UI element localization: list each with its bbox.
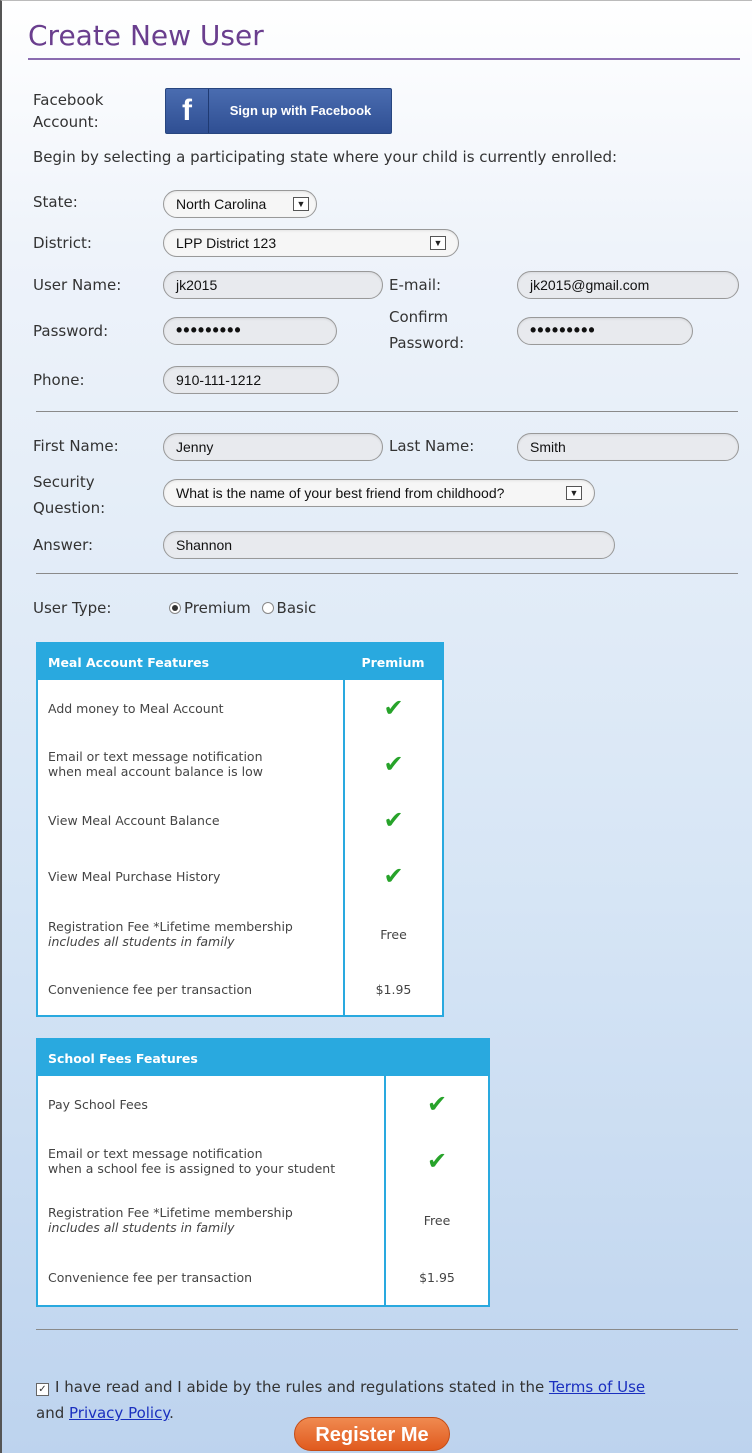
user-type-basic-option[interactable]: Basic	[256, 599, 317, 617]
user-type-label: User Type:	[33, 599, 112, 617]
check-icon: ✔	[343, 736, 443, 792]
terms-of-use-link[interactable]: Terms of Use	[549, 1378, 645, 1396]
feature-cell: Email or text message notification when a…	[48, 1146, 336, 1176]
check-icon: ✔	[343, 848, 443, 904]
last-name-label: Last Name:	[389, 437, 475, 455]
district-select-value: LPP District 123	[176, 235, 277, 251]
school-table-header: School Fees Features	[37, 1039, 489, 1076]
phone-input[interactable]: 910-111-1212	[163, 366, 339, 394]
meal-table-header-feature: Meal Account Features	[37, 643, 344, 680]
security-question-label-line1: Security	[33, 473, 95, 491]
chevron-down-icon: ▼	[566, 486, 582, 500]
feature-cell: Convenience fee per transaction	[48, 1270, 253, 1285]
section-divider	[36, 411, 738, 412]
user-type-basic-label: Basic	[276, 599, 317, 617]
feature-cell: Registration Fee *Lifetime membership inc…	[48, 1205, 293, 1235]
email-input[interactable]: jk2015@gmail.com	[517, 271, 739, 299]
user-type-radios: Premium Basic	[169, 597, 316, 619]
feature-cell: View Meal Purchase History	[48, 868, 221, 884]
confirm-password-label-line2: Password:	[389, 334, 465, 352]
meal-table-header-premium: Premium	[344, 643, 443, 680]
table-row: Registration Fee *Lifetime membership inc…	[37, 904, 443, 964]
confirm-password-input[interactable]: •••••••••	[517, 317, 693, 345]
radio-icon	[261, 602, 274, 614]
privacy-policy-link[interactable]: Privacy Policy	[69, 1404, 169, 1422]
district-select[interactable]: LPP District 123 ▼	[163, 229, 459, 257]
table-row: Convenience fee per transaction $1.95	[37, 964, 443, 1016]
state-select-value: North Carolina	[176, 196, 267, 212]
table-row: Convenience fee per transaction $1.95	[37, 1250, 489, 1306]
password-label: Password:	[33, 322, 109, 340]
answer-label: Answer:	[33, 536, 94, 554]
agree-checkbox[interactable]: ✓	[36, 1383, 49, 1396]
facebook-account-label: Facebook Account:	[33, 91, 104, 131]
register-button[interactable]: Register Me	[294, 1417, 450, 1451]
value-cell: Free	[343, 904, 443, 964]
user-type-premium-label: Premium	[184, 599, 251, 617]
check-icon: ✔	[343, 680, 443, 736]
feature-cell: Pay School Fees	[48, 1096, 148, 1112]
section-divider	[36, 573, 738, 574]
create-user-page: Create New User Facebook Account: f Sign…	[0, 0, 752, 1453]
table-row: View Meal Account Balance ✔	[37, 792, 443, 848]
table-row: View Meal Purchase History ✔	[37, 848, 443, 904]
table-row: Email or text message notification when m…	[37, 736, 443, 792]
meal-features-table: Meal Account Features Premium Add money …	[36, 642, 444, 1017]
state-select[interactable]: North Carolina ▼	[163, 190, 317, 218]
radio-selected-icon	[169, 602, 181, 614]
security-question-select[interactable]: What is the name of your best friend fro…	[163, 479, 595, 507]
facebook-signup-button[interactable]: f Sign up with Facebook	[165, 88, 392, 134]
page-title: Create New User	[28, 19, 264, 52]
table-row: Email or text message notification when a…	[37, 1132, 489, 1190]
feature-cell: View Meal Account Balance	[48, 812, 220, 828]
value-cell: $1.95	[384, 1250, 489, 1306]
table-row: Add money to Meal Account ✔	[37, 680, 443, 736]
feature-cell: Convenience fee per transaction	[48, 982, 253, 997]
district-label: District:	[33, 234, 92, 252]
last-name-input[interactable]: Smith	[517, 433, 739, 461]
first-name-input[interactable]: Jenny	[163, 433, 383, 461]
check-icon: ✔	[384, 1132, 489, 1190]
check-icon: ✔	[343, 792, 443, 848]
intro-text: Begin by selecting a participating state…	[33, 148, 618, 166]
username-label: User Name:	[33, 276, 122, 294]
table-row: Pay School Fees ✔	[37, 1076, 489, 1132]
check-icon: ✔	[384, 1076, 489, 1132]
feature-cell: Add money to Meal Account	[48, 700, 224, 716]
username-input[interactable]: jk2015	[163, 271, 383, 299]
answer-input[interactable]: Shannon	[163, 531, 615, 559]
chevron-down-icon: ▼	[430, 236, 446, 250]
password-input[interactable]: •••••••••	[163, 317, 337, 345]
first-name-label: First Name:	[33, 437, 119, 455]
email-label: E-mail:	[389, 276, 442, 294]
value-cell: $1.95	[343, 964, 443, 1016]
phone-label: Phone:	[33, 371, 85, 389]
state-label: State:	[33, 193, 78, 211]
facebook-signup-label: Sign up with Facebook	[229, 103, 372, 118]
school-features-table: School Fees Features Pay School Fees ✔ E…	[36, 1038, 490, 1307]
facebook-icon: f	[166, 89, 209, 133]
value-cell: Free	[384, 1190, 489, 1250]
user-type-premium-option[interactable]: Premium	[169, 599, 251, 617]
security-question-value: What is the name of your best friend fro…	[176, 485, 505, 501]
confirm-password-label-line1: Confirm	[389, 308, 449, 326]
table-row: Registration Fee *Lifetime membership inc…	[37, 1190, 489, 1250]
chevron-down-icon: ▼	[293, 197, 309, 211]
feature-cell: Email or text message notification when m…	[48, 749, 263, 779]
section-divider	[36, 1329, 738, 1330]
security-question-label-line2: Question:	[33, 499, 106, 517]
title-divider	[28, 58, 740, 60]
feature-cell: Registration Fee *Lifetime membership inc…	[48, 919, 293, 949]
